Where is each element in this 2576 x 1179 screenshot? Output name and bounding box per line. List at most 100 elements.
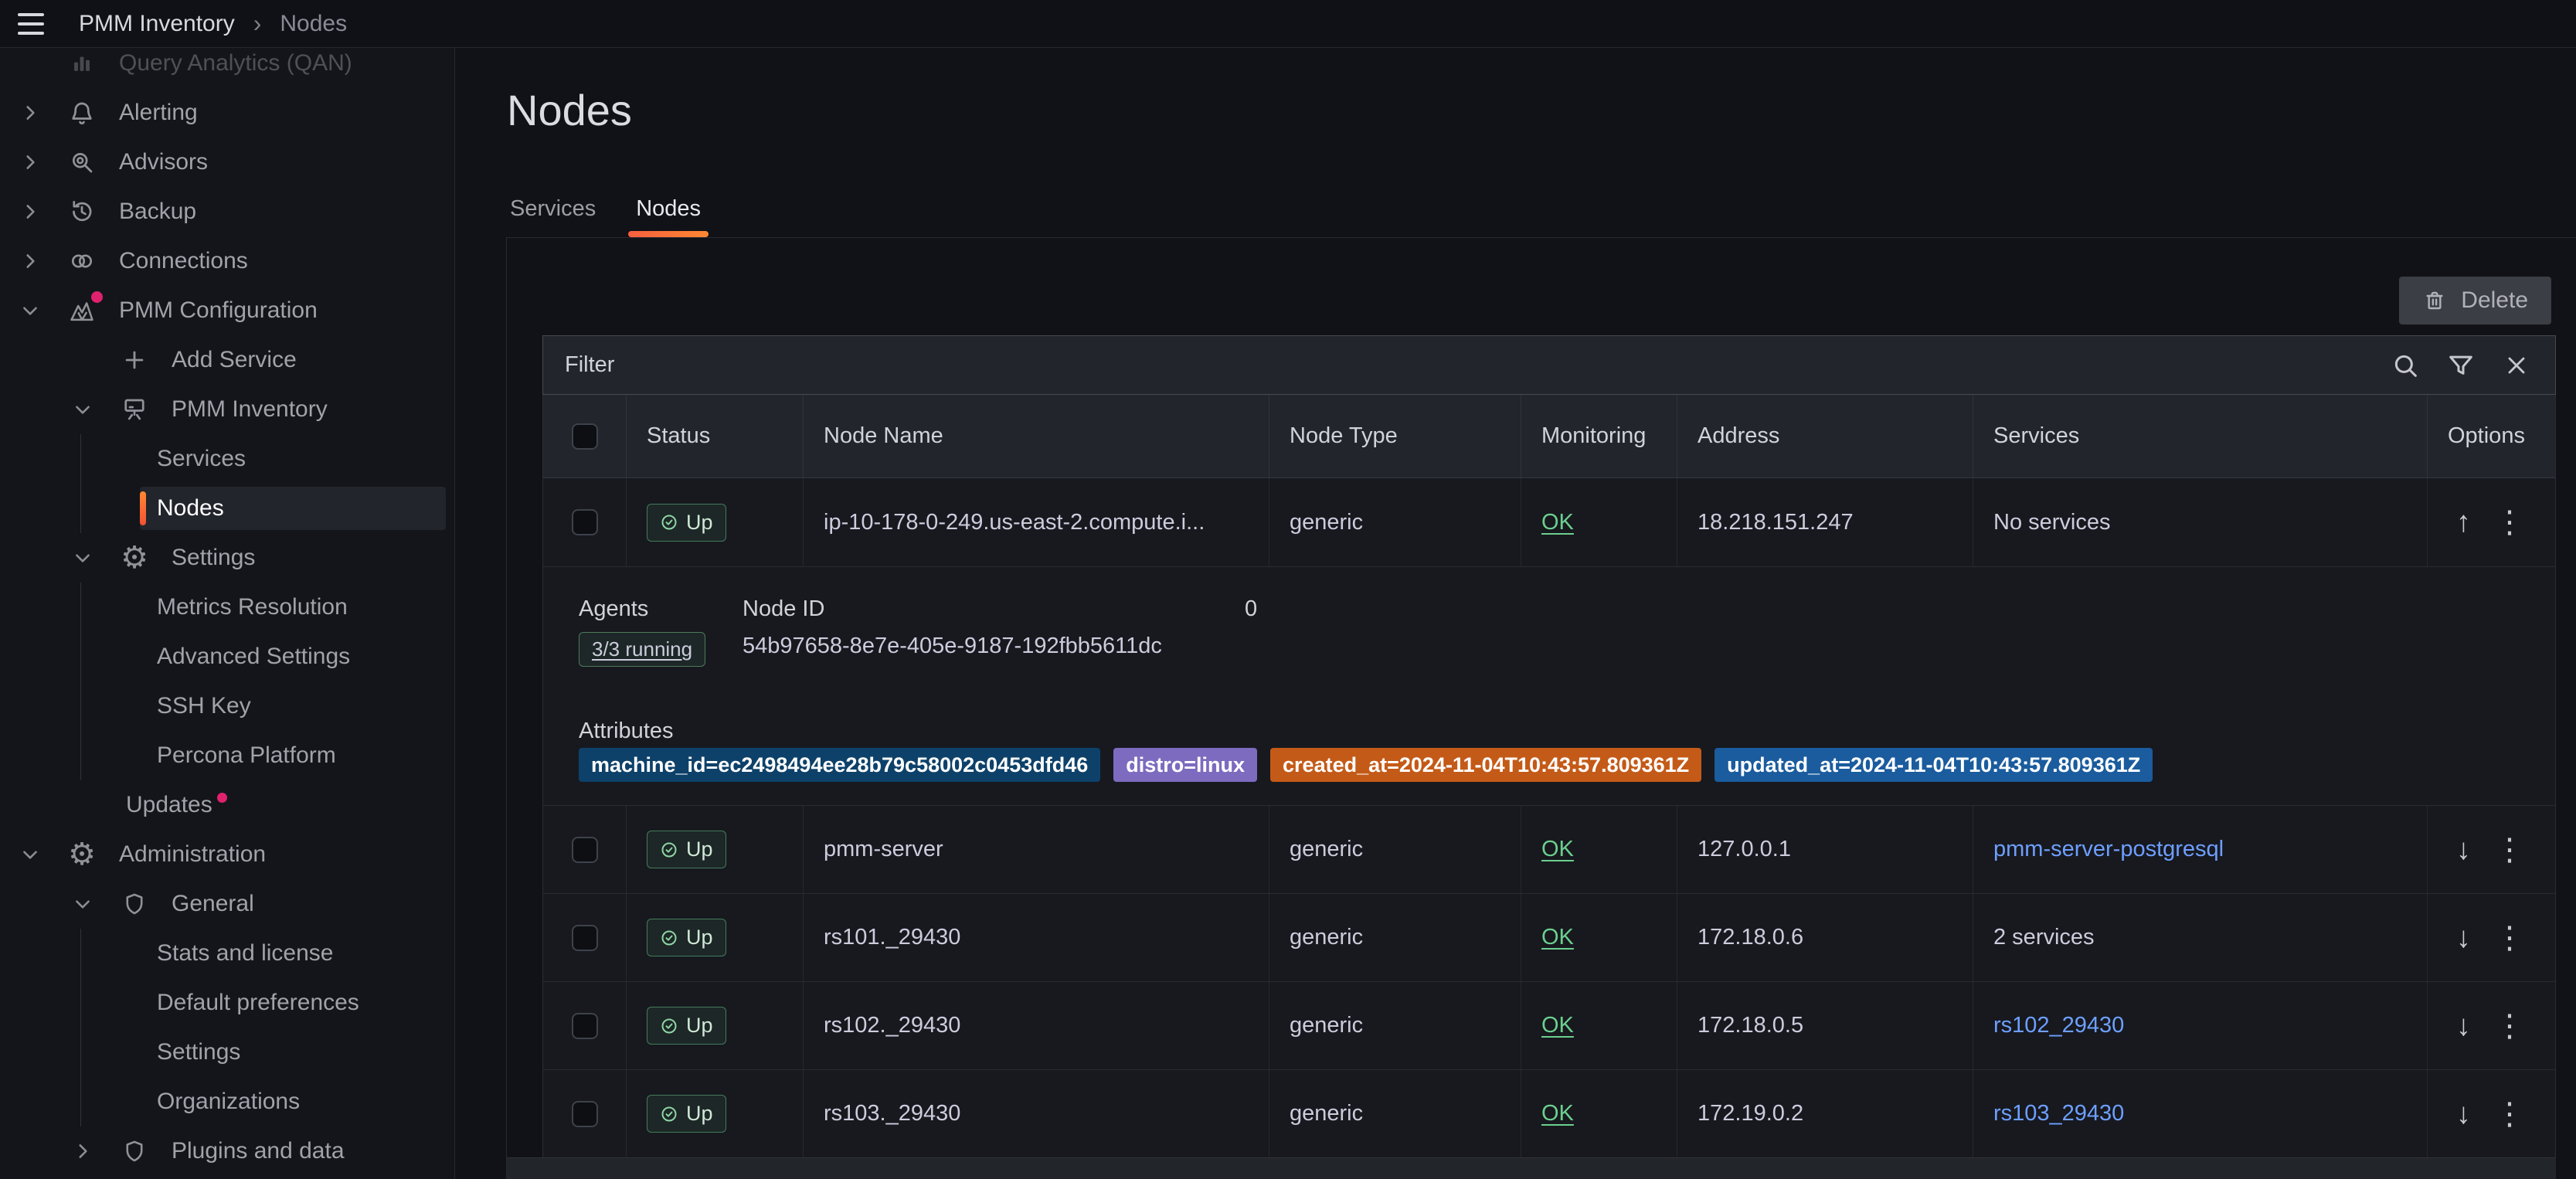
sidebar-item-organizations[interactable]: Organizations xyxy=(80,1077,454,1126)
node-id-value: 54b97658-8e7e-405e-9187-192fbb5611dc xyxy=(743,634,1162,659)
kebab-menu-icon[interactable]: ⋮ xyxy=(2494,1099,2527,1130)
rings-icon xyxy=(66,246,97,277)
page-title: Nodes xyxy=(507,85,632,135)
arrow-up-icon[interactable]: ↑ xyxy=(2456,508,2471,537)
row-checkbox[interactable] xyxy=(572,509,598,535)
monitoring-link[interactable]: OK xyxy=(1541,1101,1574,1126)
agents-label: Agents xyxy=(579,596,648,622)
column-header-monitoring[interactable]: Monitoring xyxy=(1521,395,1677,477)
notification-dot xyxy=(91,291,103,303)
sidebar-item-pmm-configuration[interactable]: PMM Configuration xyxy=(0,286,454,335)
node-address: 127.0.0.1 xyxy=(1698,837,1791,862)
breadcrumb-current: Nodes xyxy=(280,11,347,37)
node-name: pmm-server xyxy=(824,837,943,862)
column-header-address[interactable]: Address xyxy=(1677,395,1973,477)
node-type: generic xyxy=(1290,1013,1363,1038)
node-address: 172.19.0.2 xyxy=(1698,1101,1803,1126)
sidebar-item-backup[interactable]: Backup xyxy=(0,187,454,236)
monitoring-link[interactable]: OK xyxy=(1541,837,1574,862)
arrow-down-icon[interactable]: ↓ xyxy=(2456,835,2471,865)
node-address: 172.18.0.5 xyxy=(1698,1013,1803,1038)
sidebar-item-updates[interactable]: Updates xyxy=(0,780,454,830)
plus-icon xyxy=(119,345,150,375)
nodes-table: Status Node Name Node Type Monitoring Ad… xyxy=(542,395,2556,1159)
shield-icon xyxy=(119,888,150,919)
attribute-tag: distro=linux xyxy=(1113,748,1257,782)
sidebar-item-add-service[interactable]: Add Service xyxy=(0,335,454,385)
column-header-services[interactable]: Services xyxy=(1973,395,2428,477)
chevron-down-icon xyxy=(17,297,43,324)
sidebar-item-nodes[interactable]: Nodes xyxy=(80,484,454,533)
status-badge: Up xyxy=(647,1095,726,1133)
monitoring-link[interactable]: OK xyxy=(1541,1013,1574,1038)
node-type: generic xyxy=(1290,510,1363,535)
sidebar-item-pmm-inventory[interactable]: PMM Inventory xyxy=(0,385,454,434)
tab-services[interactable]: Services xyxy=(490,192,616,236)
delete-button[interactable]: Delete xyxy=(2399,277,2551,324)
column-header-node-name[interactable]: Node Name xyxy=(804,395,1269,477)
sidebar-item-administration[interactable]: ⚙ Administration xyxy=(0,830,454,879)
monitoring-link[interactable]: OK xyxy=(1541,925,1574,950)
magnifier-icon xyxy=(66,147,97,178)
search-icon[interactable] xyxy=(2388,348,2422,382)
attribute-tag: machine_id=ec2498494ee28b79c58002c0453df… xyxy=(579,748,1100,782)
sidebar-item-advisors[interactable]: Advisors xyxy=(0,138,454,187)
kebab-menu-icon[interactable]: ⋮ xyxy=(2494,834,2527,865)
node-address: 18.218.151.247 xyxy=(1698,510,1854,535)
status-badge: Up xyxy=(647,1007,726,1045)
monitoring-link[interactable]: OK xyxy=(1541,510,1574,535)
sidebar-item-ssh-key[interactable]: SSH Key xyxy=(80,681,454,731)
sidebar-item-query-analytics[interactable]: Query Analytics (QAN) xyxy=(0,48,454,88)
table-footer-bar xyxy=(507,1157,2556,1179)
arrow-down-icon[interactable]: ↓ xyxy=(2456,1011,2471,1041)
sidebar-item-plugins-and-data[interactable]: Plugins and data xyxy=(0,1126,454,1176)
tab-nodes[interactable]: Nodes xyxy=(616,192,721,236)
sidebar-item-settings[interactable]: ⚙ Settings xyxy=(0,533,454,583)
sidebar-item-advanced-settings[interactable]: Advanced Settings xyxy=(80,632,454,681)
percona-logo-icon xyxy=(66,295,97,326)
sidebar-item-services[interactable]: Services xyxy=(80,434,454,484)
sidebar-item-default-preferences[interactable]: Default preferences xyxy=(80,978,454,1028)
arrow-down-icon[interactable]: ↓ xyxy=(2456,1099,2471,1129)
server-rack-icon xyxy=(119,394,150,425)
column-header-node-type[interactable]: Node Type xyxy=(1269,395,1521,477)
row-checkbox[interactable] xyxy=(572,925,598,951)
node-services: 2 services xyxy=(1993,925,2095,950)
sidebar-item-alerting[interactable]: Alerting xyxy=(0,88,454,138)
sidebar-item-percona-platform[interactable]: Percona Platform xyxy=(80,731,454,780)
kebab-menu-icon[interactable]: ⋮ xyxy=(2494,1011,2527,1041)
column-header-options: Options xyxy=(2428,395,2555,477)
row-checkbox[interactable] xyxy=(572,837,598,863)
hamburger-menu-icon[interactable] xyxy=(12,7,49,41)
attribute-badges: machine_id=ec2498494ee28b79c58002c0453df… xyxy=(579,748,2153,782)
chevron-right-icon xyxy=(17,248,43,274)
sidebar-item-settings-general[interactable]: Settings xyxy=(80,1028,454,1077)
check-circle-icon xyxy=(660,513,678,532)
shield-icon xyxy=(119,1136,150,1167)
sidebar-item-stats-and-license[interactable]: Stats and license xyxy=(80,929,454,978)
bar-chart-icon xyxy=(66,48,97,79)
sidebar-item-metrics-resolution[interactable]: Metrics Resolution xyxy=(80,583,454,632)
service-link[interactable]: pmm-server-postgresql xyxy=(1993,837,2224,862)
agents-running-badge[interactable]: 3/3 running xyxy=(579,632,705,667)
column-header-status[interactable]: Status xyxy=(627,395,804,477)
bell-icon xyxy=(66,97,97,128)
kebab-menu-icon[interactable]: ⋮ xyxy=(2494,507,2527,538)
chevron-down-icon xyxy=(70,891,96,917)
attribute-tag: updated_at=2024-11-04T10:43:57.809361Z xyxy=(1715,748,2153,782)
breadcrumb-root[interactable]: PMM Inventory xyxy=(79,11,235,37)
close-icon[interactable] xyxy=(2500,348,2534,382)
select-all-checkbox[interactable] xyxy=(572,423,598,450)
sidebar-item-connections[interactable]: Connections xyxy=(0,236,454,286)
chevron-right-icon xyxy=(17,199,43,225)
row-checkbox[interactable] xyxy=(572,1101,598,1127)
row-checkbox[interactable] xyxy=(572,1013,598,1039)
funnel-icon[interactable] xyxy=(2444,348,2478,382)
arrow-down-icon[interactable]: ↓ xyxy=(2456,923,2471,953)
tab-bar: Services Nodes xyxy=(490,192,721,236)
sidebar-item-general[interactable]: General xyxy=(0,879,454,929)
service-link[interactable]: rs102_29430 xyxy=(1993,1013,2124,1038)
service-link[interactable]: rs103_29430 xyxy=(1993,1101,2124,1126)
kebab-menu-icon[interactable]: ⋮ xyxy=(2494,922,2527,953)
chevron-right-icon xyxy=(17,100,43,126)
